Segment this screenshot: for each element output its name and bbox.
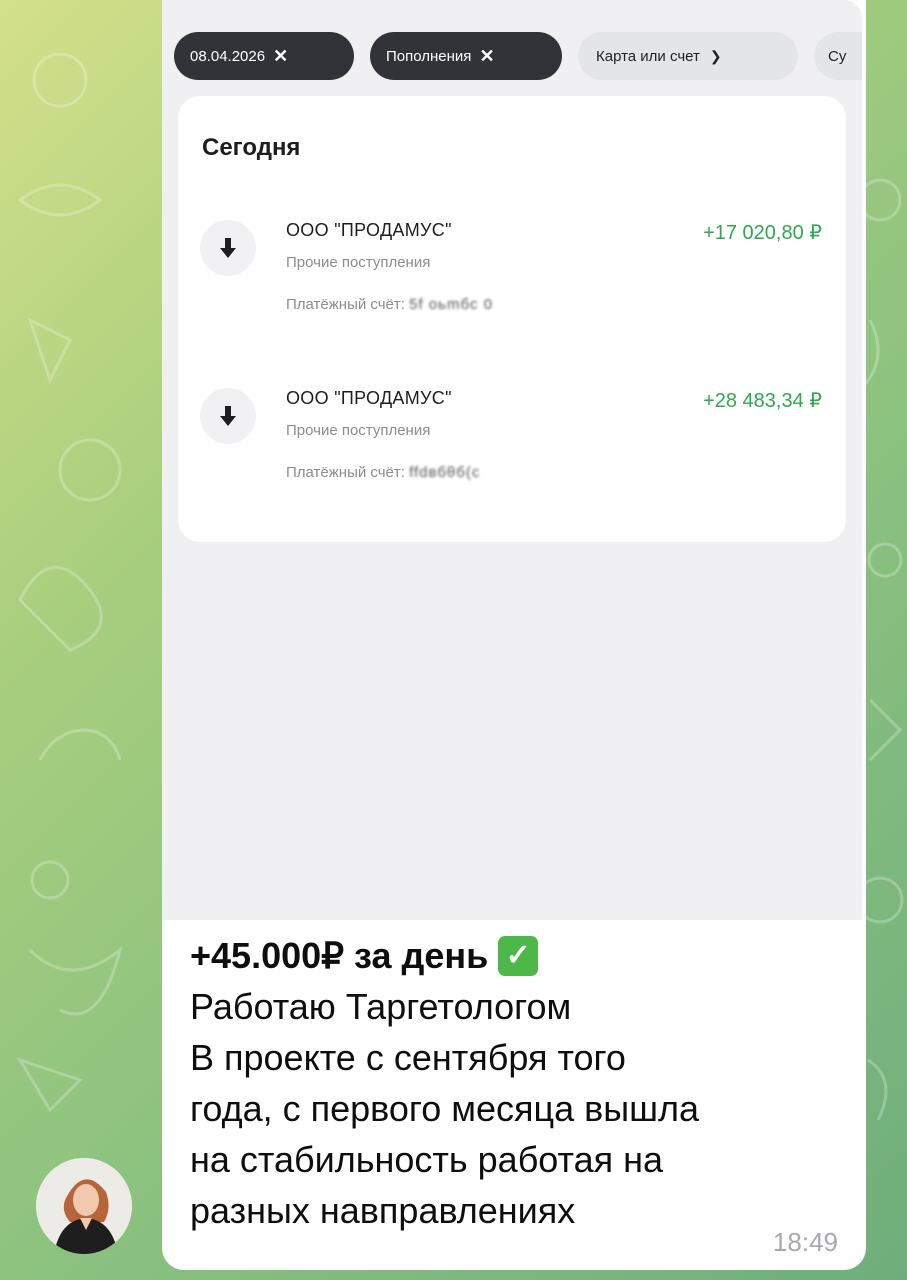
message-line: разных навправлениях bbox=[190, 1190, 576, 1231]
message-headline: +45.000₽ за день bbox=[190, 935, 489, 976]
account-label: Платёжный счёт: bbox=[286, 464, 405, 481]
filter-chip-date-label: 08.04.2026 bbox=[190, 47, 266, 65]
message-line: года, с первого месяца вышла bbox=[190, 1088, 700, 1129]
message-line: на стабильность работая на bbox=[190, 1139, 664, 1180]
filter-chip-account-label: Карта или счет bbox=[596, 47, 700, 65]
transaction-amount: +17 020,80 ₽ bbox=[703, 222, 822, 244]
message-line: Работаю Таргетологом bbox=[190, 986, 572, 1027]
filter-chip-truncated[interactable]: Су bbox=[814, 32, 862, 80]
transaction-account: Платёжный счёт: ffdвбθб(c bbox=[286, 464, 480, 481]
transaction-account: Платёжный счёт: 5f oьmбc 0 bbox=[286, 296, 493, 313]
close-icon[interactable]: ✕ bbox=[479, 46, 494, 67]
check-mark-icon: ✓ bbox=[498, 935, 539, 976]
filter-chip-truncated-label: Су bbox=[828, 47, 847, 65]
filter-chip-account[interactable]: Карта или счет ❯ bbox=[578, 32, 798, 80]
transaction-row[interactable]: ООО "ПРОДАМУС" Прочие поступления Платёж… bbox=[178, 214, 846, 344]
message-time: 18:49 bbox=[772, 1227, 838, 1257]
chevron-down-icon: ❯ bbox=[709, 47, 722, 64]
message-bubble[interactable]: 08.04.2026 ✕ Пополнения ✕ Карта или счет… bbox=[162, 0, 866, 1270]
transactions-card: Сегодня ООО "ПРОДАМУС" Прочие поступлени… bbox=[178, 96, 846, 542]
account-number-masked: ffdвбθб(c bbox=[409, 464, 481, 481]
transaction-name: ООО "ПРОДАМУС" bbox=[286, 388, 452, 408]
avatar[interactable] bbox=[36, 1158, 132, 1254]
transaction-row[interactable]: ООО "ПРОДАМУС" Прочие поступления Платёж… bbox=[178, 382, 846, 512]
transaction-category: Прочие поступления bbox=[286, 254, 431, 271]
filter-chips: 08.04.2026 ✕ Пополнения ✕ Карта или счет… bbox=[162, 32, 862, 82]
filter-chip-type-label: Пополнения bbox=[386, 47, 472, 65]
account-number-masked: 5f oьmбc 0 bbox=[409, 296, 494, 313]
arrow-down-icon bbox=[200, 388, 256, 444]
transaction-amount: +28 483,34 ₽ bbox=[703, 390, 822, 412]
arrow-down-icon bbox=[200, 220, 256, 276]
message-line: В проекте с сентября того bbox=[190, 1037, 626, 1078]
bank-screenshot[interactable]: 08.04.2026 ✕ Пополнения ✕ Карта или счет… bbox=[162, 0, 862, 920]
transaction-category: Прочие поступления bbox=[286, 422, 431, 439]
message-headline-line: +45.000₽ за день ✓ bbox=[190, 930, 830, 981]
section-title: Сегодня bbox=[202, 134, 301, 161]
message-text: +45.000₽ за день ✓ Работаю Таргетологом … bbox=[190, 930, 830, 1236]
filter-chip-date[interactable]: 08.04.2026 ✕ bbox=[174, 32, 354, 80]
account-label: Платёжный счёт: bbox=[286, 296, 405, 313]
transaction-name: ООО "ПРОДАМУС" bbox=[286, 220, 452, 240]
filter-chip-type[interactable]: Пополнения ✕ bbox=[370, 32, 562, 80]
close-icon[interactable]: ✕ bbox=[273, 46, 288, 67]
